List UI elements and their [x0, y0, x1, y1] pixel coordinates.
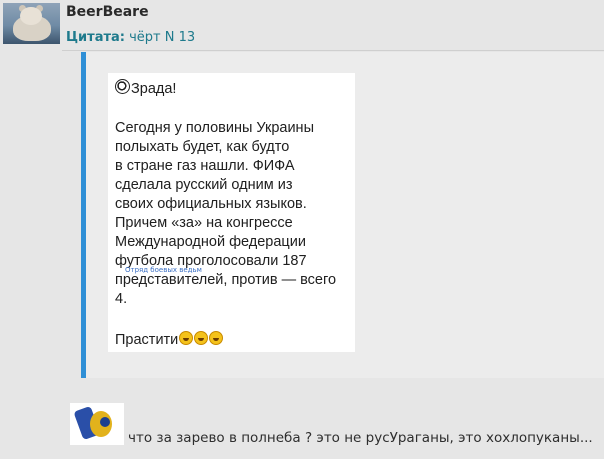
- image-body-line: Международной федерации: [115, 234, 306, 250]
- soccer-ball-icon: [115, 79, 130, 94]
- bear-head: [20, 7, 42, 25]
- image-body-line: Сегодня у половины Украины: [115, 120, 314, 136]
- image-title-row: Зрада!: [115, 79, 176, 99]
- image-body-line: Причем «за» на конгрессе: [115, 215, 293, 231]
- reply-avatar[interactable]: [70, 403, 124, 445]
- laughing-emoji-icon: [209, 331, 224, 345]
- watermark: Отряд боевых ведьм: [125, 266, 202, 274]
- image-body-line: своих официальных языков.: [115, 196, 307, 212]
- image-body-line: полыхать будет, как будто: [115, 139, 290, 155]
- image-body: Сегодня у половины Украины полыхать буде…: [115, 119, 351, 309]
- image-body-line: в стране газ нашли. ФИФА: [115, 158, 295, 174]
- laughing-emoji-icon: [179, 331, 194, 345]
- image-body-line: сделала русский одним из: [115, 177, 293, 193]
- reply-text: что за зарево в полнеба ? это не русУраг…: [128, 430, 593, 446]
- quote-divider: [62, 50, 604, 51]
- image-title: Зрада!: [131, 81, 177, 97]
- quote-source-link[interactable]: чёрт N 13: [129, 30, 195, 45]
- laughing-emoji-icon: [194, 331, 209, 345]
- image-signoff: Прастити: [115, 332, 179, 348]
- user-avatar[interactable]: [3, 3, 60, 44]
- post-author[interactable]: BeerBeare: [66, 4, 149, 20]
- avatar-shape: [100, 417, 110, 427]
- image-signoff-row: Прастити: [115, 331, 224, 350]
- quote-label: Цитата:: [66, 30, 125, 45]
- quote-header: Цитата: чёрт N 13: [66, 30, 195, 45]
- image-body-line: 4.: [115, 291, 128, 307]
- quoted-image: Зрада! Сегодня у половины Украины полыха…: [108, 73, 355, 352]
